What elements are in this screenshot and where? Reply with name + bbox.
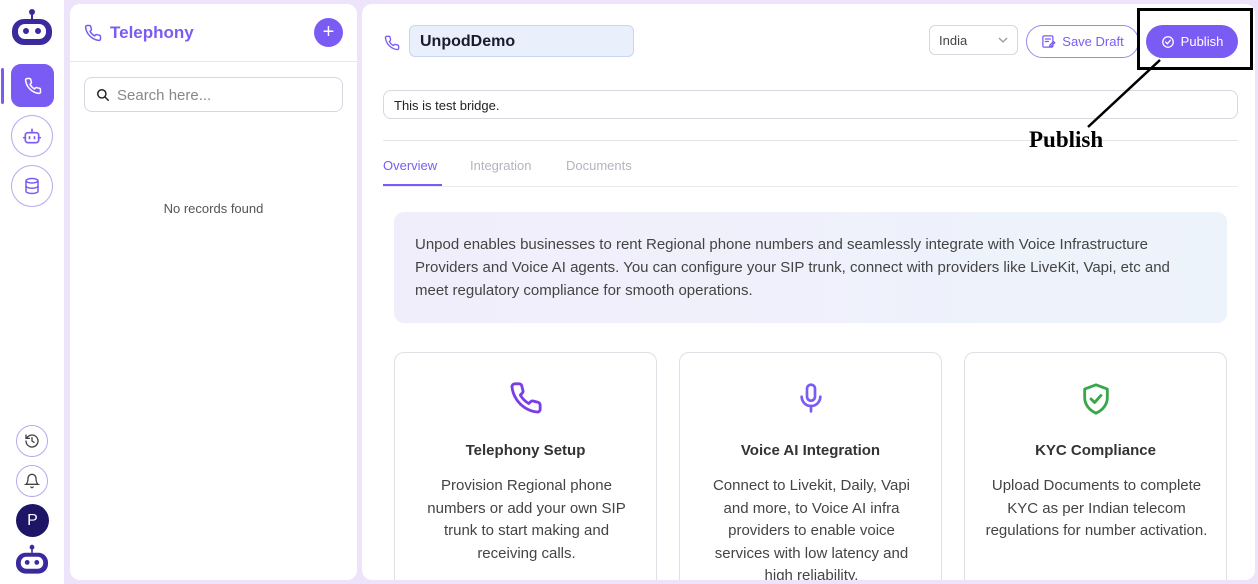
tabs-baseline — [383, 186, 1238, 187]
active-tab-underline — [383, 184, 442, 186]
info-banner: Unpod enables businesses to rent Regiona… — [394, 212, 1227, 323]
nav-data-button[interactable] — [11, 165, 53, 207]
tab-overview[interactable]: Overview — [383, 158, 437, 173]
chevron-down-icon — [998, 37, 1008, 43]
notifications-button[interactable] — [16, 465, 48, 497]
phone-icon — [384, 35, 400, 51]
card-title: Telephony Setup — [465, 442, 586, 459]
description-field[interactable]: This is test bridge. — [383, 90, 1238, 119]
nav-telephony-button[interactable] — [11, 64, 54, 107]
main-content: UnpodDemo India Save Draft Publish This … — [362, 4, 1255, 580]
panel-header: Telephony + — [70, 4, 357, 62]
bridge-name-field[interactable]: UnpodDemo — [409, 25, 634, 57]
phone-icon — [510, 382, 542, 414]
card-voice-ai-integration: Voice AI Integration Connect to Livekit,… — [679, 352, 942, 580]
phone-icon — [84, 24, 102, 42]
tab-documents[interactable]: Documents — [566, 158, 632, 173]
empty-state-text: No records found — [163, 201, 264, 216]
active-indicator — [1, 68, 4, 104]
database-icon — [25, 177, 39, 195]
bot-logo-icon[interactable] — [10, 8, 54, 48]
card-title: KYC Compliance — [1035, 442, 1156, 459]
annotation-label: Publish — [1029, 127, 1104, 152]
divider — [383, 140, 1238, 141]
card-text: Upload Documents to complete KYC as per … — [985, 477, 1208, 539]
edit-note-icon — [1042, 35, 1056, 48]
card-kyc-compliance: KYC Compliance Upload Documents to compl… — [964, 352, 1227, 580]
telephony-panel: Telephony + No records found — [70, 4, 357, 580]
country-select[interactable]: India — [929, 25, 1018, 55]
microphone-icon — [799, 383, 822, 413]
history-button[interactable] — [16, 425, 48, 457]
search-box — [84, 77, 343, 112]
card-title: Voice AI Integration — [740, 442, 881, 459]
history-icon — [25, 434, 39, 448]
avatar[interactable]: P — [16, 504, 49, 537]
card-text: Connect to Livekit, Daily, Vapi and more… — [712, 477, 911, 580]
card-text: Provision Regional phone numbers or add … — [427, 477, 626, 562]
icon-rail: P — [0, 0, 64, 584]
card-telephony-setup: Telephony Setup Provision Regional phone… — [394, 352, 657, 580]
phone-icon — [24, 77, 41, 94]
save-draft-button[interactable]: Save Draft — [1026, 25, 1139, 58]
bot-icon — [22, 128, 42, 144]
save-draft-label: Save Draft — [1062, 34, 1124, 49]
shield-check-icon — [1082, 383, 1109, 415]
add-button[interactable]: + — [314, 18, 343, 47]
search-input[interactable] — [117, 85, 332, 105]
tab-integration[interactable]: Integration — [470, 158, 531, 173]
panel-title: Telephony — [110, 23, 194, 42]
search-icon — [97, 89, 109, 101]
country-value: India — [939, 33, 968, 48]
nav-agents-button[interactable] — [11, 115, 53, 157]
avatar-initial: P — [27, 511, 38, 529]
bot-logo-icon[interactable] — [14, 544, 50, 576]
bell-icon — [24, 473, 40, 489]
annotation-box — [1137, 8, 1253, 70]
